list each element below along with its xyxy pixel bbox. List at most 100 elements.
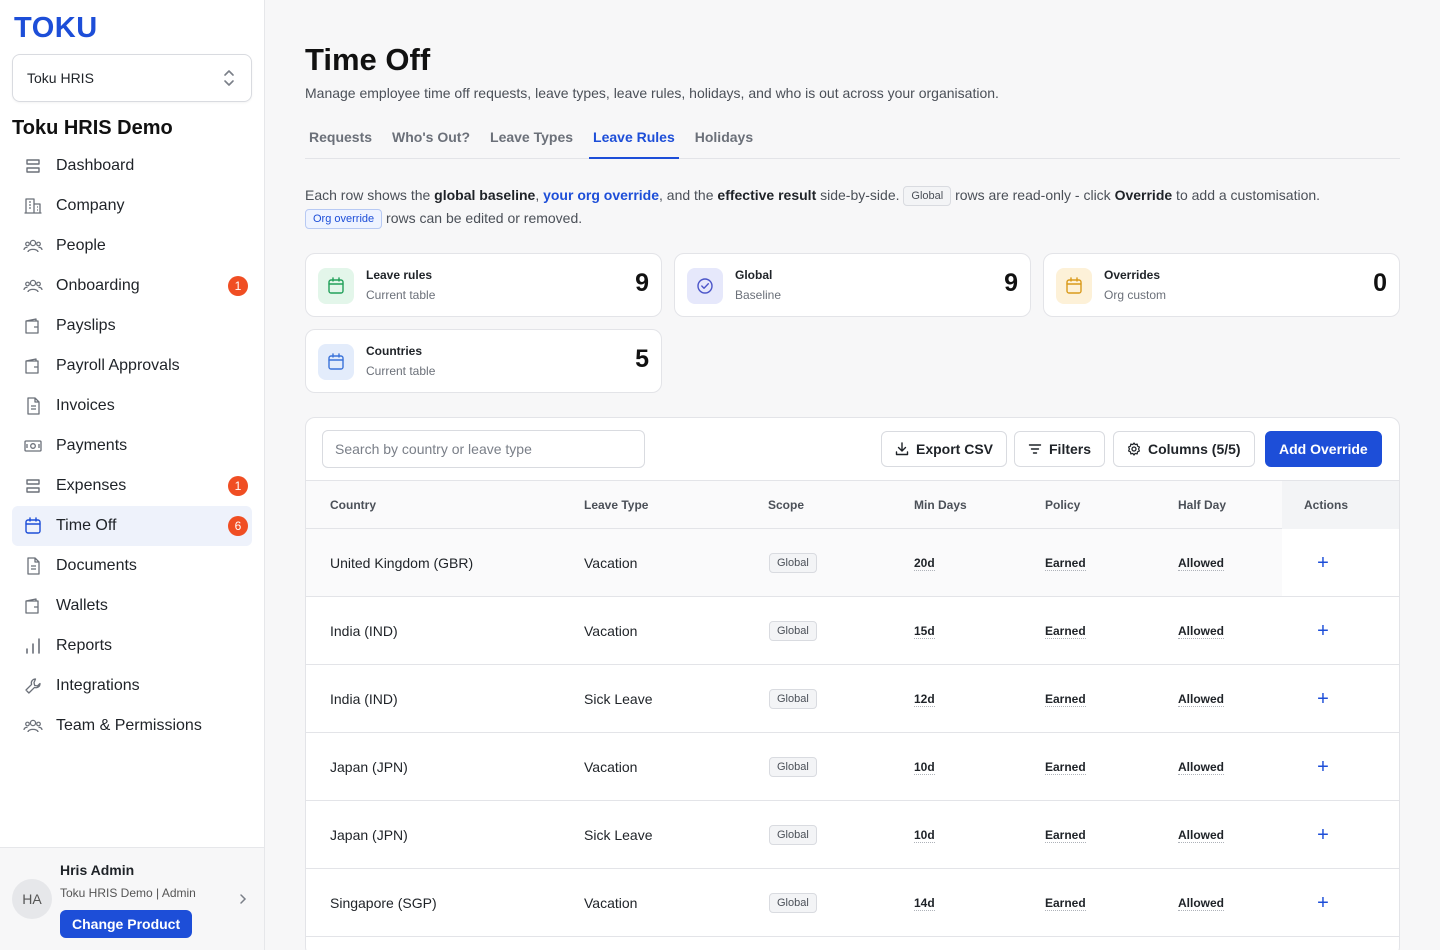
- filters-button[interactable]: Filters: [1014, 431, 1106, 467]
- table-row[interactable]: United Kingdom (GBR) Vacation Global 20d Ear…: [306, 529, 1399, 597]
- tab-holidays[interactable]: Holidays: [691, 118, 757, 159]
- override-plus-button[interactable]: +: [1311, 755, 1335, 779]
- sidebar-item-payslips[interactable]: Payslips: [12, 306, 252, 346]
- sidebar-item-onboarding[interactable]: Onboarding 1: [12, 266, 252, 306]
- info-org-override-link[interactable]: your org override: [543, 187, 659, 203]
- sidebar-item-payroll-approvals[interactable]: Payroll Approvals: [12, 346, 252, 386]
- cell-half-day: Allowed: [1178, 624, 1225, 639]
- sidebar-item-payments[interactable]: Payments: [12, 426, 252, 466]
- people-icon: [22, 235, 44, 257]
- header-leave-type[interactable]: Leave Type: [584, 498, 648, 512]
- product-selector-label: Toku HRIS: [27, 70, 94, 86]
- stat-value: 5: [635, 345, 649, 373]
- tab-requests[interactable]: Requests: [305, 118, 376, 159]
- cell-leave-type: Vacation: [584, 895, 638, 911]
- override-plus-button[interactable]: +: [1311, 687, 1335, 711]
- sidebar-item-label: Wallets: [56, 597, 108, 614]
- header-policy[interactable]: Policy: [1045, 498, 1080, 512]
- calendar-icon: [318, 344, 354, 380]
- table-row[interactable]: Singapore (SGP) Vacation Global 14d Earned Al…: [306, 869, 1399, 937]
- tab-who-s-out[interactable]: Who's Out?: [388, 118, 474, 159]
- header-min-days[interactable]: Min Days: [914, 498, 967, 512]
- stat-title: Global: [735, 268, 773, 282]
- change-product-button[interactable]: Change Product: [60, 910, 193, 938]
- header-country[interactable]: Country: [330, 498, 376, 512]
- table-row[interactable]: India (IND) Sick Leave Global 12d Earned Allo…: [306, 665, 1399, 733]
- toku-logo[interactable]: TOKU: [14, 12, 98, 45]
- table-row[interactable]: Japan (JPN) Sick Leave Global 10d Earned Allo…: [306, 801, 1399, 869]
- sidebar-item-company[interactable]: Company: [12, 186, 252, 226]
- info-text-part: to add a customisation.: [1172, 187, 1321, 203]
- sidebar-item-dashboard[interactable]: Dashboard: [12, 146, 252, 186]
- tab-bar: Requests Who's Out? Leave Types Leave Rules…: [305, 118, 1400, 159]
- stat-title: Leave rules: [366, 268, 433, 282]
- dashboard-icon: [22, 475, 44, 497]
- sidebar-item-documents[interactable]: Documents: [12, 546, 252, 586]
- tab-leave-types[interactable]: Leave Types: [486, 118, 577, 159]
- avatar: HA: [12, 879, 52, 919]
- override-plus-button[interactable]: +: [1311, 891, 1335, 915]
- sidebar-item-label: Payslips: [56, 317, 116, 334]
- override-plus-button[interactable]: +: [1311, 551, 1335, 575]
- product-selector[interactable]: Toku HRIS: [12, 54, 252, 102]
- leave-rules-table-card: Export CSV Filters Columns (5/5) Add Ove…: [305, 417, 1400, 950]
- cell-country: Japan (JPN): [330, 759, 408, 775]
- cell-leave-type: Vacation: [584, 555, 638, 571]
- sidebar-item-label: Payments: [56, 437, 128, 454]
- document-icon: [22, 395, 44, 417]
- actions-cell-bg: [1282, 529, 1399, 596]
- sidebar-item-label: Time Off: [56, 517, 117, 534]
- chevron-right-icon[interactable]: [238, 892, 248, 906]
- sidebar-item-time-off[interactable]: Time Off 6: [12, 506, 252, 546]
- header-scope[interactable]: Scope: [768, 498, 804, 512]
- table-row[interactable]: India (IND) Vacation Global 15d Earned Allowe…: [306, 597, 1399, 665]
- info-text-part: side-by-side.: [816, 187, 904, 203]
- cell-policy: Earned: [1045, 828, 1086, 843]
- cell-leave-type: Sick Leave: [584, 827, 653, 843]
- cell-policy: Earned: [1045, 760, 1086, 775]
- chevron-up-down-icon: [224, 70, 234, 86]
- sidebar-item-people[interactable]: People: [12, 226, 252, 266]
- sidebar: TOKU Toku HRIS Toku HRIS Demo Dashboard C…: [0, 0, 265, 950]
- building-icon: [22, 195, 44, 217]
- header-half-day[interactable]: Half Day: [1178, 498, 1226, 512]
- sidebar-item-integrations[interactable]: Integrations: [12, 666, 252, 706]
- override-plus-button[interactable]: +: [1311, 619, 1335, 643]
- sidebar-item-expenses[interactable]: Expenses 1: [12, 466, 252, 506]
- cell-half-day: Allowed: [1178, 896, 1225, 911]
- sidebar-item-label: Payroll Approvals: [56, 357, 180, 374]
- sidebar-item-reports[interactable]: Reports: [12, 626, 252, 666]
- sidebar-item-wallets[interactable]: Wallets: [12, 586, 252, 626]
- payments-icon: [22, 435, 44, 457]
- sidebar-item-label: Onboarding: [56, 277, 140, 294]
- override-plus-button[interactable]: +: [1311, 823, 1335, 847]
- info-text-part: Each row shows the: [305, 187, 435, 203]
- cell-min-days: 10d: [914, 760, 935, 775]
- tab-leave-rules[interactable]: Leave Rules: [589, 118, 679, 159]
- columns-label: Columns (5/5): [1148, 441, 1241, 457]
- columns-button[interactable]: Columns (5/5): [1113, 431, 1255, 467]
- search-input[interactable]: [322, 430, 645, 468]
- wallet-icon: [22, 315, 44, 337]
- table-header: Country Leave Type Scope Min Days Policy…: [306, 480, 1399, 529]
- stat-subtitle: Org custom: [1104, 288, 1167, 302]
- sidebar-item-team-permissions[interactable]: Team & Permissions: [12, 706, 252, 746]
- user-panel[interactable]: HA Hris Admin Toku HRIS Demo | Admin Cha…: [0, 847, 264, 950]
- cell-country: India (IND): [330, 623, 398, 639]
- export-csv-button[interactable]: Export CSV: [881, 431, 1008, 467]
- add-override-button[interactable]: Add Override: [1265, 431, 1382, 467]
- cell-country: Singapore (SGP): [330, 895, 437, 911]
- cell-min-days: 15d: [914, 624, 935, 639]
- info-override-word: Override: [1114, 187, 1173, 203]
- sidebar-item-invoices[interactable]: Invoices: [12, 386, 252, 426]
- sidebar-item-label: Team & Permissions: [56, 717, 202, 734]
- cell-leave-type: Vacation: [584, 759, 638, 775]
- document-icon: [22, 555, 44, 577]
- sidebar-item-label: Documents: [56, 557, 137, 574]
- dashboard-icon: [22, 155, 44, 177]
- table-row[interactable]: Japan (JPN) Vacation Global 10d Earned Allowe…: [306, 733, 1399, 801]
- cell-half-day: Allowed: [1178, 556, 1225, 571]
- info-global-baseline: global baseline: [434, 187, 536, 203]
- cell-country: India (IND): [330, 691, 398, 707]
- sidebar-nav: Dashboard Company People Onboarding 1 Payslip…: [12, 146, 252, 746]
